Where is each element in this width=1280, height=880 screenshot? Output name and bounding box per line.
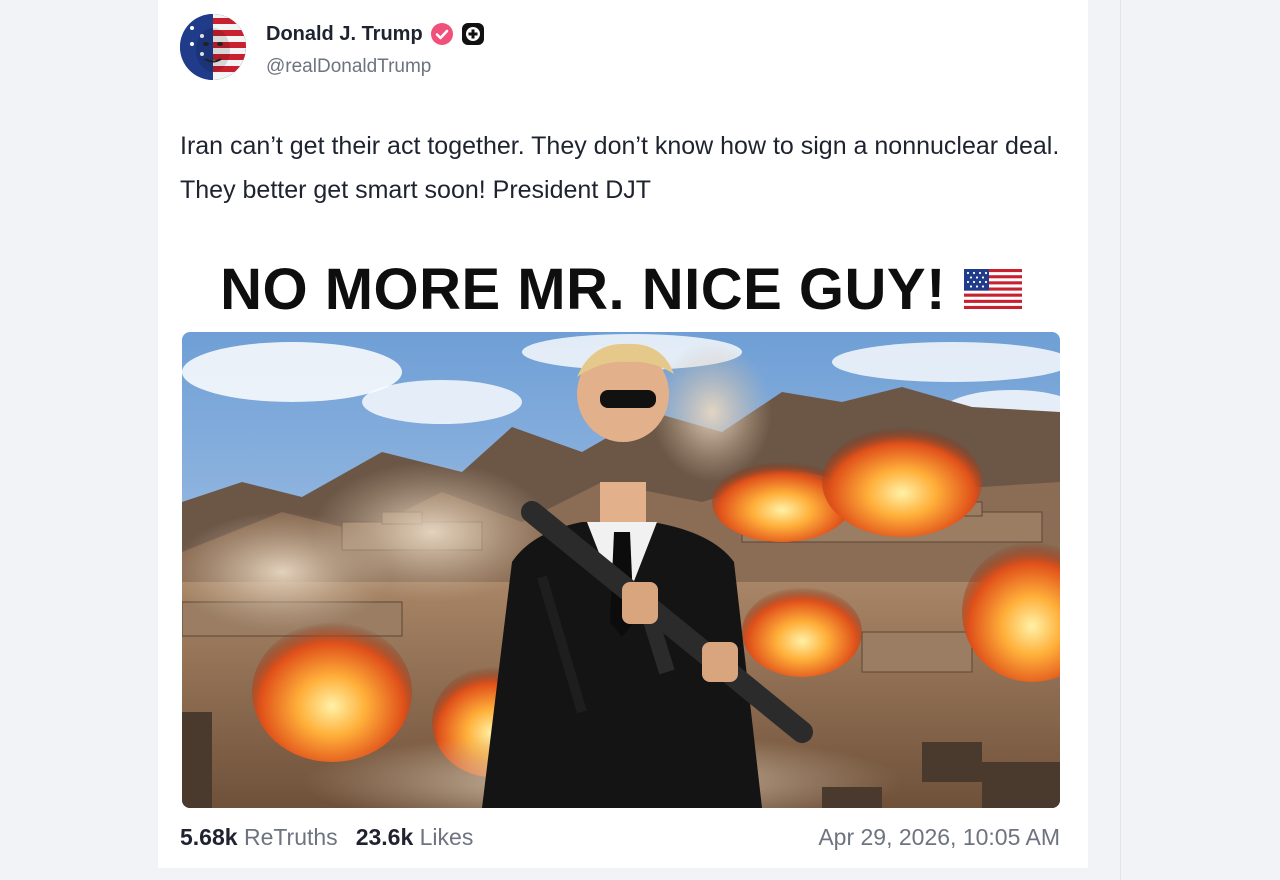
image-headline-row: NO MORE MR. NICE GUY!: [182, 252, 1060, 326]
plus-badge-icon: [461, 23, 484, 45]
likes-count: 23.6k: [355, 824, 414, 850]
retruths-count: 5.68k: [180, 824, 238, 850]
retruths-label: ReTruths: [243, 824, 338, 850]
avatar-flag-face-icon: [180, 14, 246, 80]
column-divider: [1120, 0, 1121, 880]
post-text: Iran can’t get their act together. They …: [180, 132, 1060, 204]
verified-badge-icon: [430, 23, 453, 45]
post-stats: 5.68k ReTruths 23.6k Likes: [180, 824, 473, 851]
author-handle[interactable]: @realDonaldTrump: [266, 56, 431, 78]
author-name-row: Donald J. Trump: [266, 20, 485, 48]
image-headline: NO MORE MR. NICE GUY!: [220, 256, 946, 322]
likes-stat[interactable]: 23.6k Likes: [356, 824, 474, 851]
post-timestamp[interactable]: Apr 29, 2026, 10:05 AM: [818, 824, 1060, 851]
likes-label: Likes: [419, 824, 474, 850]
retruths-stat[interactable]: 5.68k ReTruths: [180, 824, 338, 851]
truth-post-card: Donald J. Trump @realDonaldTrump Iran ca…: [158, 0, 1088, 868]
post-image[interactable]: [182, 332, 1060, 808]
author-name[interactable]: Donald J. Trump: [266, 23, 423, 46]
post-image-illustration: [182, 332, 1060, 808]
us-flag-icon: [963, 269, 1022, 309]
author-avatar[interactable]: [180, 14, 246, 80]
